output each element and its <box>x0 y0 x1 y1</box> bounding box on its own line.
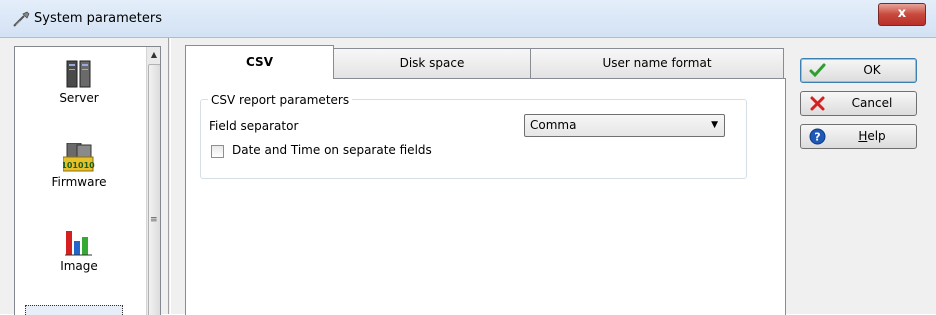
dropdown-arrow-icon: ▼ <box>711 120 718 130</box>
tab-disk-space[interactable]: Disk space <box>333 48 531 78</box>
ok-label: OK <box>863 63 881 77</box>
field-separator-label: Field separator <box>209 119 299 133</box>
checkmark-icon <box>809 63 826 78</box>
ok-button[interactable]: OK <box>800 58 917 83</box>
nav-item-label: Server <box>59 91 99 105</box>
pane-divider-highlight <box>170 38 171 314</box>
help-mnemonic: H <box>858 129 868 143</box>
cancel-button[interactable]: Cancel <box>800 91 917 116</box>
dialog-body: Server 101010 Firmware Image ▲ ≡ CSV Dis… <box>0 38 936 315</box>
tab-csv[interactable]: CSV <box>185 45 334 79</box>
nav-item-image[interactable]: Image <box>15 227 143 273</box>
help-icon: ? <box>809 128 826 145</box>
scroll-thumb[interactable] <box>148 64 160 315</box>
nav-item-firmware[interactable]: 101010 Firmware <box>15 143 143 189</box>
nav-item-server[interactable]: Server <box>15 59 143 105</box>
tab-user-name-format[interactable]: User name format <box>530 48 784 78</box>
help-button[interactable]: ? Help <box>800 124 917 149</box>
nav-item-label: Image <box>60 259 98 273</box>
close-button[interactable]: x <box>878 3 926 26</box>
csv-group-box <box>200 99 747 179</box>
category-list: Server 101010 Firmware Image ▲ ≡ <box>14 46 161 315</box>
scroll-up-icon[interactable]: ▲ <box>147 47 160 63</box>
svg-text:101010: 101010 <box>63 161 95 170</box>
cross-icon <box>810 96 825 111</box>
title-bar: System parameters x <box>0 0 936 38</box>
server-icon <box>66 60 91 88</box>
category-scrollbar[interactable]: ▲ ≡ <box>146 47 160 315</box>
cancel-label: Cancel <box>851 96 893 110</box>
image-chart-icon <box>65 231 92 256</box>
pane-divider <box>168 38 169 314</box>
field-separator-select[interactable]: Comma ▼ <box>524 114 725 137</box>
csv-tab-panel: CSV report parameters Field separator Co… <box>185 78 786 315</box>
window-title: System parameters <box>34 11 163 26</box>
scroll-grip-icon: ≡ <box>150 215 158 225</box>
group-title: CSV report parameters <box>208 93 353 107</box>
help-label: Help <box>835 129 909 143</box>
firmware-icon: 101010 <box>63 143 95 172</box>
help-label-rest: elp <box>867 129 886 143</box>
svg-text:?: ? <box>814 131 820 144</box>
nav-item-label: Firmware <box>51 175 107 189</box>
date-time-label[interactable]: Date and Time on separate fields <box>232 143 432 157</box>
date-time-checkbox[interactable] <box>211 145 224 158</box>
field-separator-value: Comma <box>530 118 577 132</box>
wrench-icon <box>13 11 30 27</box>
